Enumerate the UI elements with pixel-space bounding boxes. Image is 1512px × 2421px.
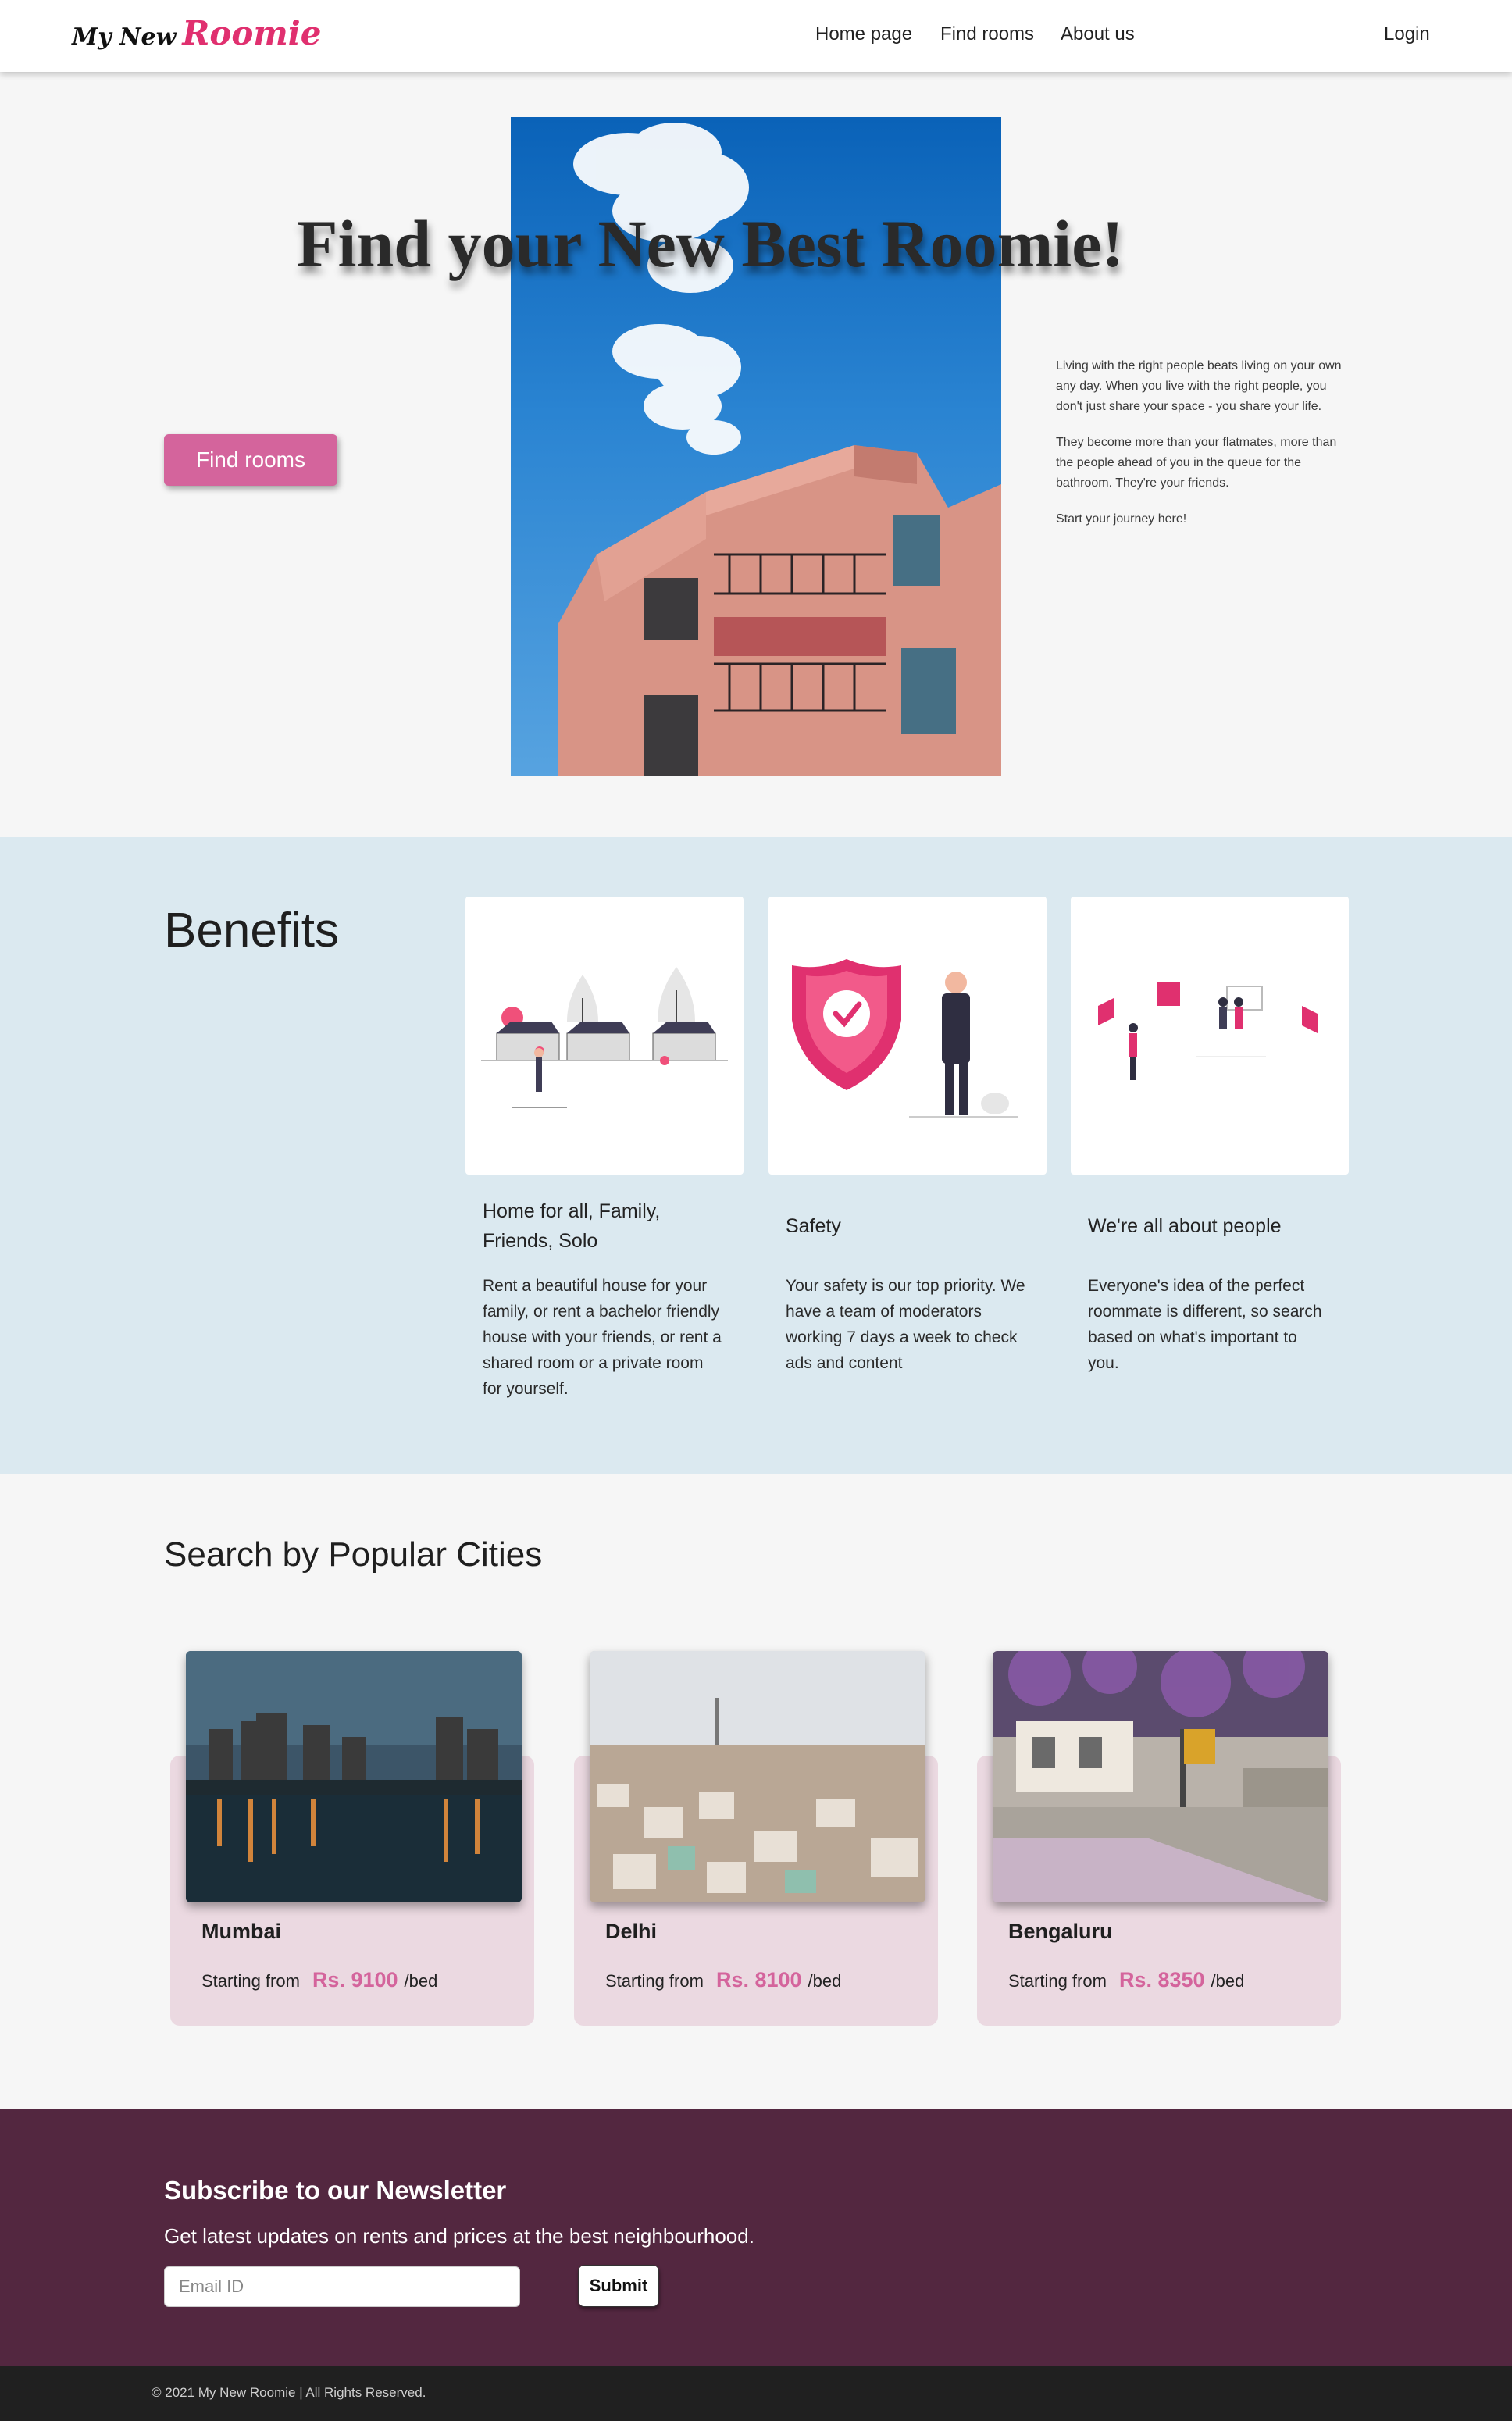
price-amount: Rs. 8350 <box>1118 1968 1205 1991</box>
price-unit: /bed <box>404 1971 438 1991</box>
city-price-mumbai: Starting from Rs. 9100 /bed <box>201 1968 437 1992</box>
hero-description: Living with the right people beats livin… <box>1056 356 1353 545</box>
submit-button[interactable]: Submit <box>578 2265 659 2307</box>
benefits-title: Benefits <box>164 904 340 957</box>
starting-from-label: Starting from <box>605 1971 704 1991</box>
hero-title: Find your New Best Roomie! <box>297 206 1125 281</box>
price-unit: /bed <box>1211 1971 1245 1991</box>
houses-illustration <box>465 897 744 1175</box>
popular-cities-section: Search by Popular Cities Mumbai Starting… <box>0 1474 1512 2109</box>
starting-from-label: Starting from <box>201 1971 300 1991</box>
hero-section: Find your New Best Roomie! Find rooms Li… <box>0 72 1512 837</box>
price-amount: Rs. 9100 <box>312 1968 398 1991</box>
delhi-city-image <box>590 1651 925 1902</box>
nav-link-about[interactable]: About us <box>1061 23 1135 45</box>
benefit-card-people: We're all about people Everyone's idea o… <box>1071 897 1349 1376</box>
city-price-delhi: Starting from Rs. 8100 /bed <box>605 1968 841 1992</box>
hero-paragraph-2: They become more than your flatmates, mo… <box>1056 436 1337 490</box>
benefits-section: Benefits Home for all, Family, Friends, … <box>0 837 1512 1474</box>
mumbai-skyline-image <box>186 1651 522 1902</box>
newsletter-section: Subscribe to our Newsletter Get latest u… <box>0 2109 1512 2366</box>
nav-link-login[interactable]: Login <box>1384 23 1430 45</box>
benefit-title-people: We're all about people <box>1088 1215 1282 1237</box>
copyright-text: © 2021 My New Roomie | All Rights Reserv… <box>152 2385 426 2400</box>
newsletter-subtitle: Get latest updates on rents and prices a… <box>164 2224 754 2248</box>
city-card-mumbai[interactable]: Mumbai Starting from Rs. 9100 /bed <box>170 1651 534 2026</box>
benefit-title-home-for-all: Home for all, Family, Friends, Solo <box>483 1200 661 1252</box>
nav-link-find-rooms[interactable]: Find rooms <box>940 23 1034 45</box>
benefit-title-safety: Safety <box>786 1215 841 1237</box>
benefit-text-safety: Your safety is our top priority. We have… <box>786 1277 1025 1372</box>
benefit-card-safety: Safety Your safety is our top priority. … <box>768 897 1047 1376</box>
brand-logo[interactable]: My New Roomie <box>72 14 321 58</box>
starting-from-label: Starting from <box>1008 1971 1107 1991</box>
price-unit: /bed <box>808 1971 842 1991</box>
hero-paragraph-3: Start your journey here! <box>1056 512 1187 526</box>
price-amount: Rs. 8100 <box>715 1968 802 1991</box>
benefit-text-home-for-all: Rent a beautiful house for your family, … <box>483 1277 722 1398</box>
hero-find-rooms-button[interactable]: Find rooms <box>164 434 337 486</box>
city-card-delhi[interactable]: Delhi Starting from Rs. 8100 /bed <box>574 1651 938 2026</box>
city-name-delhi: Delhi <box>605 1920 658 1943</box>
benefit-text-people: Everyone's idea of the perfect roommate … <box>1088 1277 1322 1372</box>
navbar: My New Roomie Home page Find rooms About… <box>0 0 1512 72</box>
footer: © 2021 My New Roomie | All Rights Reserv… <box>0 2366 1512 2421</box>
bengaluru-street-image <box>993 1651 1328 1902</box>
logo-text-roomie: Roomie <box>182 14 322 52</box>
city-name-mumbai: Mumbai <box>201 1920 282 1943</box>
city-price-bengaluru: Starting from Rs. 8350 /bed <box>1008 1968 1244 1992</box>
logo-text-my-new: My New <box>72 23 177 51</box>
safety-shield-illustration <box>768 897 1047 1175</box>
people-illustration <box>1071 897 1349 1175</box>
email-input[interactable] <box>164 2266 520 2307</box>
cities-title: Search by Popular Cities <box>164 1535 543 1574</box>
city-card-bengaluru[interactable]: Bengaluru Starting from Rs. 8350 /bed <box>977 1651 1341 2026</box>
city-name-bengaluru: Bengaluru <box>1008 1920 1113 1943</box>
benefit-card-home-for-all: Home for all, Family, Friends, Solo Rent… <box>465 897 744 1402</box>
nav-link-home[interactable]: Home page <box>815 23 912 45</box>
hero-paragraph-1: Living with the right people beats livin… <box>1056 359 1342 413</box>
newsletter-title: Subscribe to our Newsletter <box>164 2176 507 2205</box>
